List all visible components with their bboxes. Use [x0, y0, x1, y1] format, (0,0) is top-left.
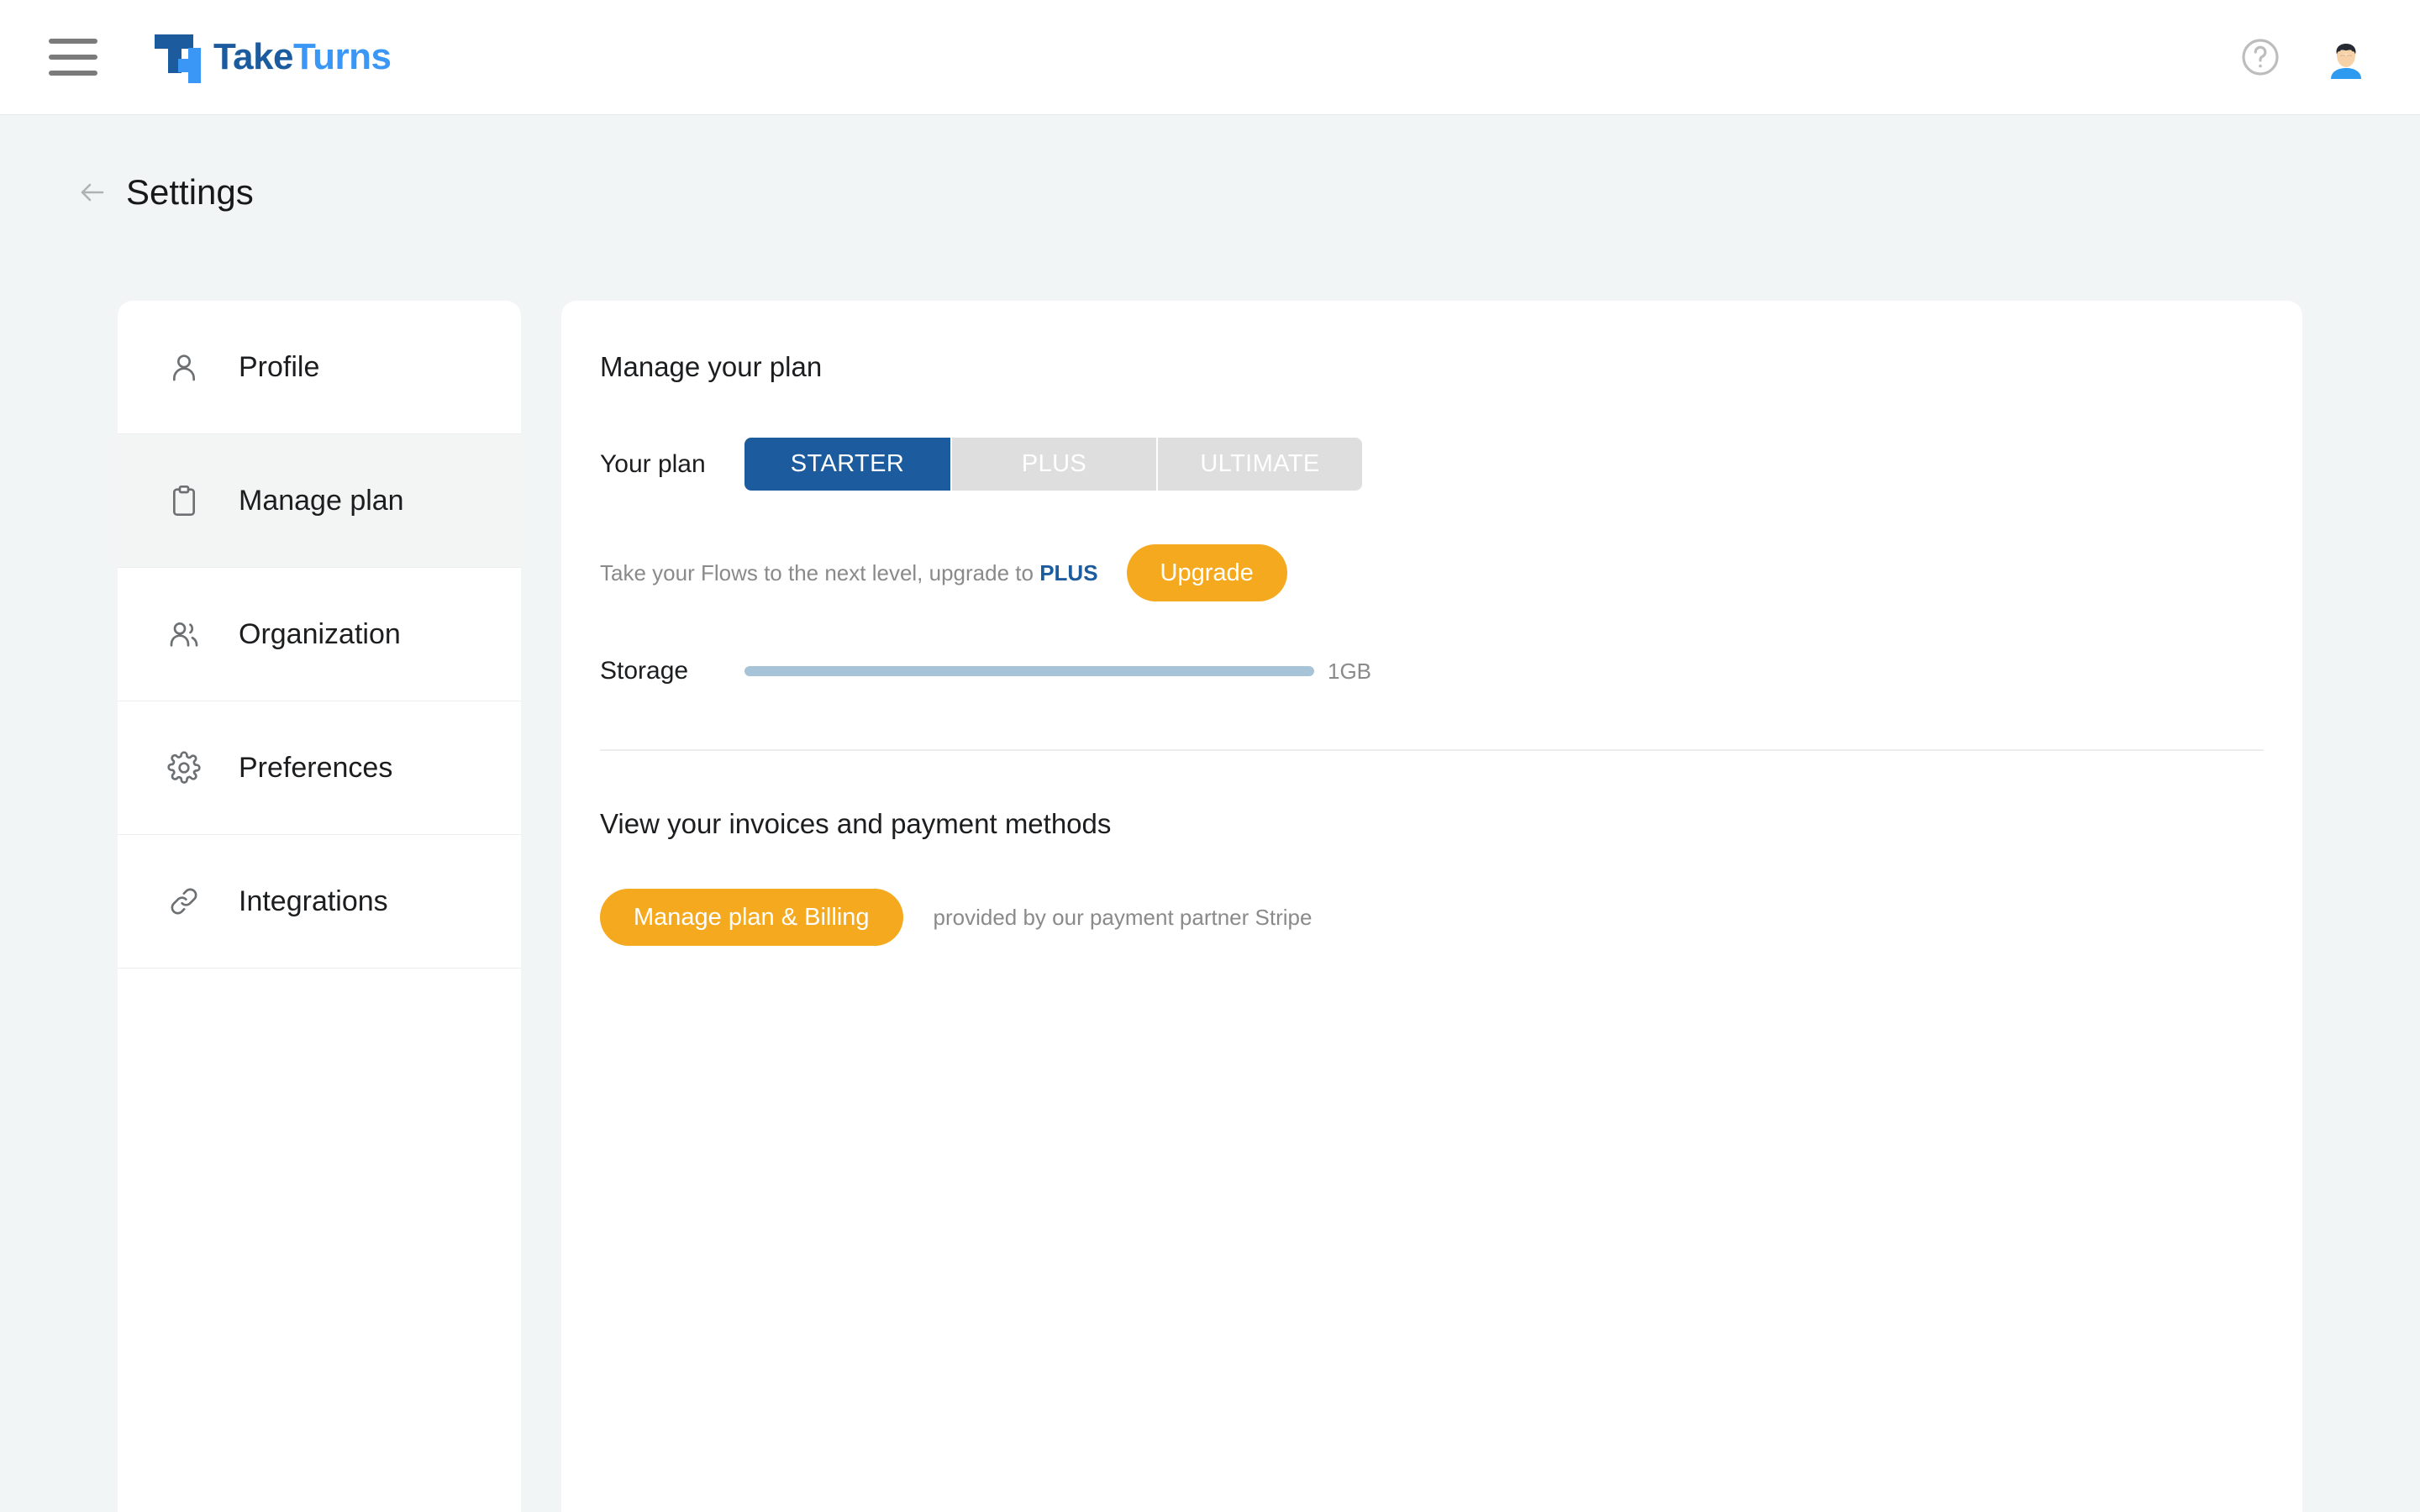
upsell-row: Take your Flows to the next level, upgra…	[600, 544, 2302, 601]
storage-label: Storage	[600, 657, 689, 685]
storage-progress-bar	[744, 666, 1314, 676]
section-divider	[600, 749, 2264, 751]
upsell-text: Take your Flows to the next level, upgra…	[600, 560, 1098, 586]
sidebar-item-label: Manage plan	[239, 484, 404, 517]
plan-row-label: Your plan	[600, 449, 706, 478]
link-chain-icon	[165, 882, 203, 921]
sidebar-item-label: Preferences	[239, 751, 393, 784]
brand-logo[interactable]: TakeTurns	[153, 31, 392, 83]
billing-note: provided by our payment partner Stripe	[933, 904, 1313, 930]
hamburger-bar-2	[49, 55, 97, 60]
user-avatar[interactable]	[2324, 35, 2368, 79]
user-icon	[165, 348, 203, 386]
storage-value: 1GB	[1328, 658, 1372, 684]
page-title: Settings	[126, 172, 254, 212]
plan-option-plus[interactable]: PLUS	[950, 438, 1156, 491]
sidebar-item-integrations[interactable]: Integrations	[118, 835, 521, 969]
manage-plan-panel: Manage your plan Your plan STARTER PLUS …	[561, 301, 2302, 1512]
plan-section-title: Manage your plan	[600, 351, 823, 382]
sidebar-item-label: Organization	[239, 617, 401, 650]
plan-option-starter[interactable]: STARTER	[744, 438, 950, 491]
brand-wordmark: TakeTurns	[213, 36, 392, 78]
hamburger-bar-1	[49, 39, 97, 44]
sidebar-item-preferences[interactable]: Preferences	[118, 701, 521, 835]
brand-wordmark-take: Take	[213, 36, 294, 77]
upgrade-button[interactable]: Upgrade	[1126, 544, 1287, 601]
top-bar: TakeTurns	[0, 0, 2420, 115]
top-bar-actions	[2240, 35, 2368, 79]
sidebar-item-label: Profile	[239, 350, 320, 383]
clipboard-icon	[165, 481, 203, 520]
storage-progress-fill	[744, 666, 1314, 676]
page-header: Settings	[77, 172, 254, 213]
hamburger-menu-icon[interactable]	[49, 39, 97, 76]
help-circle-icon[interactable]	[2240, 37, 2281, 77]
brand-wordmark-turns: Turns	[293, 36, 392, 77]
billing-row: Manage plan & Billing provided by our pa…	[600, 889, 2302, 946]
storage-row: Storage 1GB	[600, 657, 2302, 685]
plan-option-ultimate[interactable]: ULTIMATE	[1156, 438, 1362, 491]
users-icon	[165, 615, 203, 654]
upsell-plan-name: PLUS	[1039, 559, 1098, 585]
manage-plan-billing-button[interactable]: Manage plan & Billing	[600, 889, 903, 946]
plan-segmented-control: STARTER PLUS ULTIMATE	[744, 438, 1362, 491]
billing-section-title: View your invoices and payment methods	[600, 808, 1112, 839]
settings-sidebar: Profile Manage plan Organization Prefere…	[118, 301, 521, 1512]
sidebar-item-profile[interactable]: Profile	[118, 301, 521, 434]
taketurns-logo-mark	[153, 31, 202, 83]
gear-icon	[165, 748, 203, 787]
plan-selector-row: Your plan STARTER PLUS ULTIMATE	[600, 438, 2302, 491]
hamburger-bar-3	[49, 71, 97, 76]
arrow-left-icon[interactable]	[77, 177, 108, 207]
sidebar-item-organization[interactable]: Organization	[118, 568, 521, 701]
sidebar-item-label: Integrations	[239, 885, 388, 917]
upsell-text-prefix: Take your Flows to the next level, upgra…	[600, 559, 1040, 585]
sidebar-item-manage-plan[interactable]: Manage plan	[118, 434, 521, 568]
